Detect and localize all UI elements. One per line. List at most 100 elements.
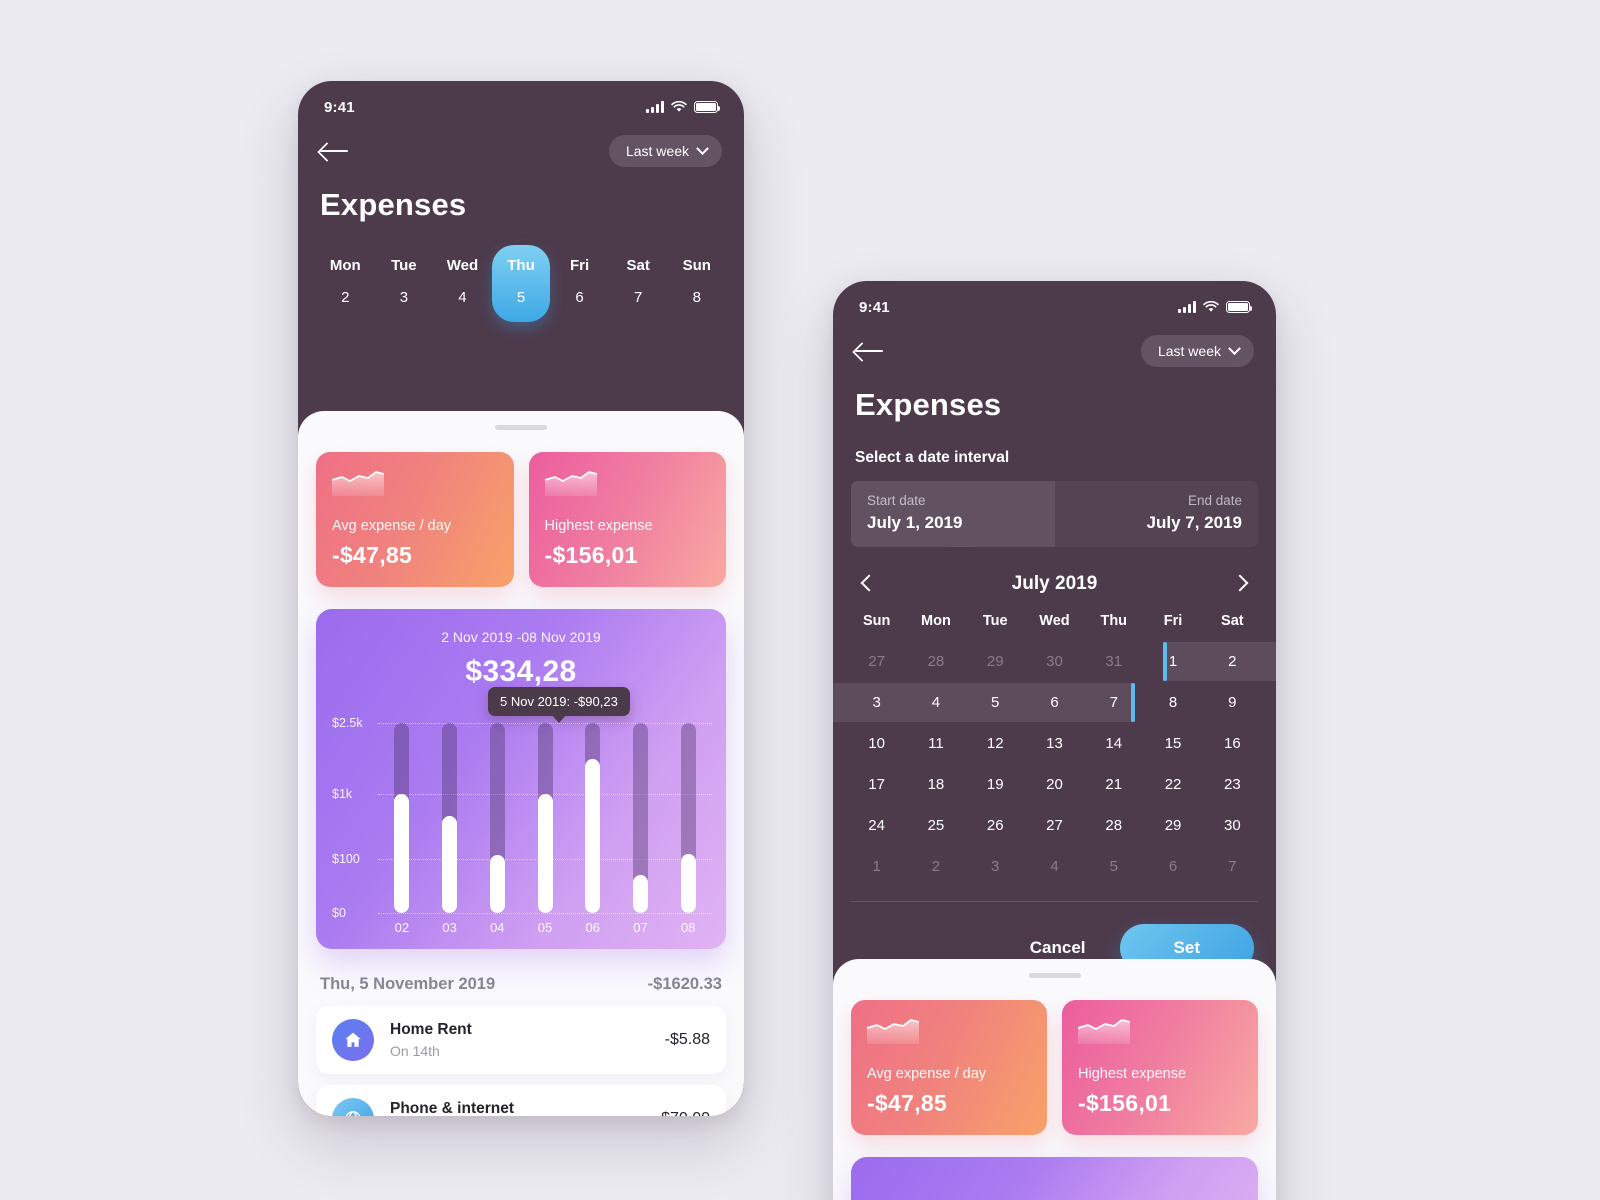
calendar-dow-thu: Thu bbox=[1100, 613, 1128, 629]
calendar-day-cell[interactable]: 30 bbox=[1203, 805, 1262, 846]
chart-bars[interactable] bbox=[378, 723, 712, 913]
weekday-fri[interactable]: Fri 6 bbox=[550, 245, 609, 322]
bar-value bbox=[394, 794, 410, 913]
back-arrow-icon[interactable] bbox=[855, 339, 885, 363]
stat-card-avg-expense[interactable]: Avg expense / day -$47,85 bbox=[316, 452, 514, 587]
calendar-dow-tue: Tue bbox=[982, 613, 1008, 629]
calendar-day-cell[interactable]: 6 bbox=[1143, 846, 1202, 887]
calendar-day-cell[interactable]: 31 bbox=[1084, 641, 1143, 682]
weekday-sun[interactable]: Sun 8 bbox=[667, 245, 726, 322]
calendar-day-cell[interactable]: 13 bbox=[1025, 723, 1084, 764]
calendar-day-cell[interactable]: 21 bbox=[1084, 764, 1143, 805]
calendar-day-cell[interactable]: 7 bbox=[1203, 846, 1262, 887]
calendar-day-cell[interactable]: 2 bbox=[906, 846, 965, 887]
header-nav-left: Last week bbox=[298, 127, 744, 167]
calendar-day-cell[interactable]: 9 bbox=[1203, 682, 1262, 723]
battery-icon bbox=[694, 101, 721, 113]
stat-value: -$156,01 bbox=[544, 542, 638, 568]
calendar-day-cell[interactable]: 29 bbox=[966, 641, 1025, 682]
weekday-date: 4 bbox=[458, 289, 467, 306]
calendar-day-cell[interactable]: 14 bbox=[1084, 723, 1143, 764]
chart-bar-02[interactable] bbox=[378, 723, 426, 913]
calendar-day-cell[interactable]: 19 bbox=[966, 764, 1025, 805]
calendar-day-cell[interactable]: 3 bbox=[847, 682, 906, 723]
transaction-row[interactable]: Phone & internetMonthly payment-$70.00 bbox=[316, 1085, 726, 1116]
stat-label: Avg expense / day bbox=[867, 1066, 987, 1082]
calendar-day-cell[interactable]: 12 bbox=[966, 723, 1025, 764]
x-tick-label: 06 bbox=[585, 920, 600, 935]
calendar-day-cell[interactable]: 20 bbox=[1025, 764, 1084, 805]
y-tick-label: $100 bbox=[332, 851, 360, 866]
chart-bar-04[interactable] bbox=[473, 723, 521, 913]
calendar-day-cell[interactable]: 24 bbox=[847, 805, 906, 846]
chart-bar-05[interactable] bbox=[521, 723, 569, 913]
calendar-day-cell[interactable]: 4 bbox=[1025, 846, 1084, 887]
calendar-day-cell[interactable]: 15 bbox=[1143, 723, 1202, 764]
period-select[interactable]: Last week bbox=[608, 135, 722, 167]
chevron-right-icon[interactable] bbox=[1228, 573, 1250, 595]
calendar-weekday-header: Sun Mon Tue Wed Thu Fri Sat bbox=[833, 595, 1276, 629]
start-date-caption: Start date bbox=[867, 493, 926, 508]
stat-card-row: Avg expense / day -$47,85 Highest expense -… bbox=[833, 978, 1276, 1135]
calendar-day-cell[interactable]: 3 bbox=[966, 846, 1025, 887]
calendar-dow-fri: Fri bbox=[1163, 613, 1183, 629]
header-nav-right: Last week bbox=[833, 327, 1276, 367]
end-date-field[interactable]: End date July 7, 2019 bbox=[1054, 481, 1258, 547]
x-tick-label: 08 bbox=[680, 920, 696, 935]
weekday-selector[interactable]: Mon 2 Tue 3 Wed 4 Thu 5 Fri 6 Sat 7 Sun 8 bbox=[298, 223, 744, 322]
transactions-header: Thu, 5 November 2019 -$1620.33 bbox=[298, 949, 744, 994]
calendar-day-cell[interactable]: 23 bbox=[1203, 764, 1262, 805]
weekday-wed[interactable]: Wed 4 bbox=[433, 245, 492, 322]
start-date-field[interactable]: Start date July 1, 2019 bbox=[851, 481, 1055, 547]
chart-bar-03[interactable] bbox=[426, 723, 474, 913]
calendar-day-cell[interactable]: 25 bbox=[906, 805, 965, 846]
calendar-day-cell[interactable]: 1 bbox=[1143, 641, 1202, 682]
calendar-day-cell[interactable]: 27 bbox=[847, 641, 906, 682]
weekday-date: 5 bbox=[516, 289, 526, 306]
transactions-date: Thu, 5 November 2019 bbox=[320, 975, 496, 993]
calendar-day-cell[interactable]: 17 bbox=[847, 764, 906, 805]
calendar-day-cell[interactable]: 27 bbox=[1025, 805, 1084, 846]
calendar-day-cell[interactable]: 11 bbox=[906, 723, 965, 764]
content-sheet-left: Avg expense / day -$47,85 Highest expense -… bbox=[298, 411, 744, 1116]
calendar-day-cell[interactable]: 10 bbox=[847, 723, 906, 764]
stat-card-highest-expense[interactable]: Highest expense -$156,01 bbox=[528, 452, 726, 587]
calendar-day-cell[interactable]: 4 bbox=[906, 682, 965, 723]
picker-section-label: Select a date interval bbox=[855, 449, 1010, 466]
chart-bar-08[interactable] bbox=[664, 723, 712, 913]
weekday-mon[interactable]: Mon 2 bbox=[316, 245, 375, 322]
calendar-day-cell[interactable]: 29 bbox=[1143, 805, 1202, 846]
x-tick-label: 04 bbox=[490, 920, 505, 935]
calendar-day-cell[interactable]: 18 bbox=[906, 764, 965, 805]
weekday-thu[interactable]: Thu 5 bbox=[491, 245, 551, 322]
calendar-day-cell[interactable]: 8 bbox=[1143, 682, 1202, 723]
weekday-name: Tue bbox=[391, 257, 417, 274]
calendar-day-cell[interactable]: 28 bbox=[1084, 805, 1143, 846]
calendar-day-cell[interactable]: 22 bbox=[1143, 764, 1202, 805]
stat-card-highest-expense[interactable]: Highest expense -$156,01 bbox=[1062, 1000, 1258, 1135]
calendar-day-cell[interactable]: 2 bbox=[1203, 641, 1262, 682]
chevron-left-icon[interactable] bbox=[859, 573, 881, 595]
weekday-tue[interactable]: Tue 3 bbox=[375, 245, 434, 322]
transaction-row[interactable]: Home Rent On 14th -$5.88 bbox=[316, 1006, 726, 1074]
weekday-sat[interactable]: Sat 7 bbox=[609, 245, 668, 322]
transaction-name: Phone & internet bbox=[390, 1100, 515, 1116]
transaction-info: Phone & internetMonthly payment bbox=[390, 1100, 656, 1116]
calendar-day-cell[interactable]: 16 bbox=[1203, 723, 1262, 764]
calendar-day-cell[interactable]: 28 bbox=[906, 641, 965, 682]
back-arrow-icon[interactable] bbox=[320, 139, 350, 163]
calendar-grid[interactable]: 27 28 29 30 31 1 2 3 4 5 6 7 8 9 10 11 12 13 14 15 16 17 18 19 2… bbox=[833, 641, 1276, 887]
calendar-day-cell[interactable]: 5 bbox=[1084, 846, 1143, 887]
bar-value bbox=[537, 794, 553, 913]
chart-bar-07[interactable] bbox=[617, 723, 665, 913]
calendar-day-cell[interactable]: 26 bbox=[966, 805, 1025, 846]
chart-bar-06[interactable] bbox=[569, 723, 617, 913]
calendar-day-cell[interactable]: 6 bbox=[1025, 682, 1084, 723]
period-select[interactable]: Last week bbox=[1140, 335, 1254, 367]
calendar-day-cell[interactable]: 30 bbox=[1025, 641, 1084, 682]
weekday-date: 6 bbox=[575, 289, 584, 306]
calendar-day-cell[interactable]: 5 bbox=[966, 682, 1025, 723]
calendar-day-cell[interactable]: 1 bbox=[847, 846, 906, 887]
wifi-icon bbox=[671, 101, 687, 112]
stat-card-avg-expense[interactable]: Avg expense / day -$47,85 bbox=[851, 1000, 1047, 1135]
